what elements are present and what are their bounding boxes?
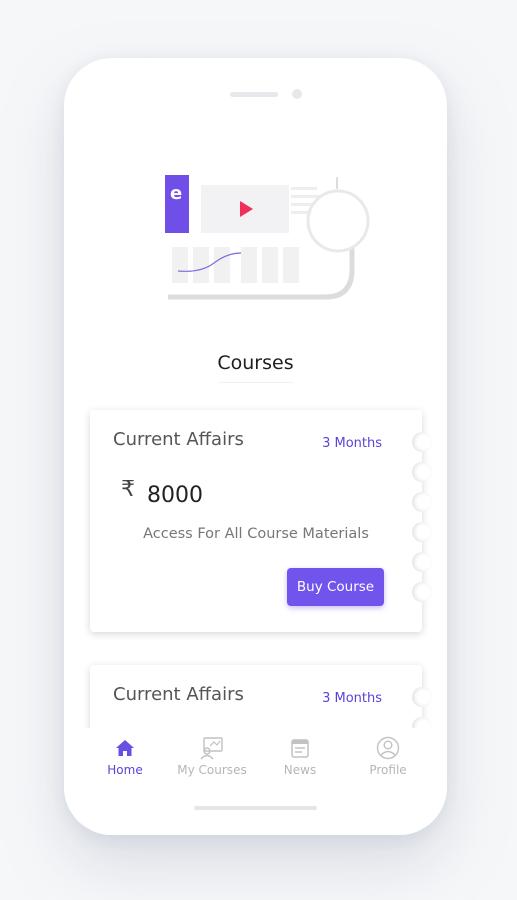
course-title: Current Affairs [113,684,244,705]
rupee-icon: ₹ [121,476,135,501]
nav-news[interactable]: News [255,736,345,777]
nav-news-label: News [283,763,317,777]
course-duration: 3 Months [322,691,382,706]
course-card[interactable]: Current Affairs 3 Months ₹ 8000 Access F… [90,410,432,632]
card-notch [412,552,432,572]
phone-frame: e Courses Current Affairs 3 Months ₹ 800… [64,58,447,835]
my-courses-icon [200,737,223,760]
course-duration: 3 Months [322,436,382,451]
title-divider [219,382,293,383]
course-access-text: Access For All Course Materials [143,526,369,542]
home-indicator[interactable] [194,806,317,810]
profile-icon [376,736,400,760]
card-notch [412,462,432,482]
nav-home-label: Home [107,763,143,777]
card-notch [412,432,432,452]
nav-my-courses[interactable]: My Courses [167,736,257,777]
speaker [230,92,278,97]
nav-my-courses-label: My Courses [177,763,247,777]
home-icon [116,740,134,756]
news-icon [291,739,309,758]
nav-home[interactable]: Home [80,736,170,777]
course-title: Current Affairs [113,429,244,450]
courses-illustration: e [165,175,370,300]
card-notch [412,687,432,707]
nav-profile-label: Profile [369,763,407,777]
brand-letter: e [170,183,182,204]
front-camera [292,89,302,99]
card-notch [412,492,432,512]
nav-profile[interactable]: Profile [343,736,433,777]
course-price: 8000 [147,483,203,508]
card-notch [412,582,432,602]
bottom-navigation: Home My Courses News Profile [64,728,447,835]
buy-course-button[interactable]: Buy Course [287,568,384,606]
page-title: Courses [217,352,294,374]
